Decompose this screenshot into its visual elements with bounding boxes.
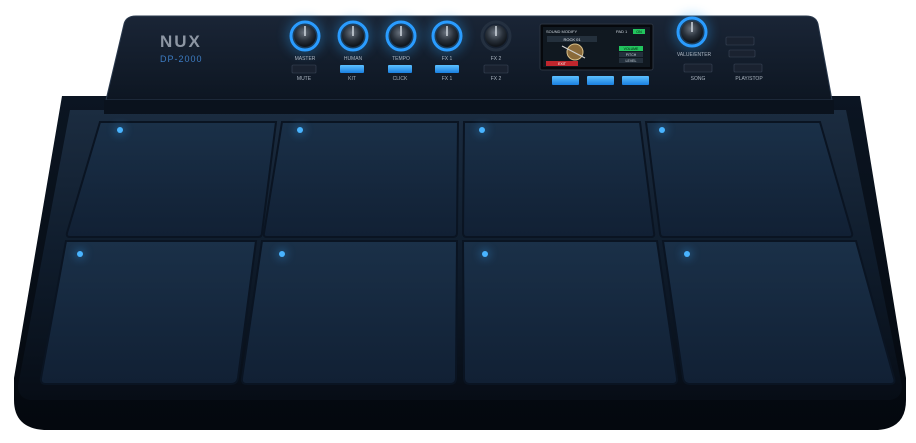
model-name: DP-2000	[160, 54, 203, 64]
pad-led-2	[297, 127, 303, 133]
fx1-button[interactable]	[435, 65, 459, 73]
drum-pad-device: NUX DP-2000 MASTER HUMAN TEMPO FX 1 FX 2…	[14, 15, 906, 430]
pad-5[interactable]	[39, 240, 258, 385]
mute-button[interactable]	[291, 64, 317, 74]
song-button[interactable]	[683, 63, 713, 73]
pad-3[interactable]	[461, 121, 656, 238]
button-label-fx1: FX 1	[442, 76, 453, 82]
screen-header-left: SOUND MODIFY	[546, 29, 577, 34]
brand-logo: NUX	[160, 32, 202, 51]
button-label-click: CLICK	[393, 76, 408, 82]
play-stop-label: PLAY/STOP	[735, 76, 763, 82]
pad-7[interactable]	[461, 240, 679, 385]
knob-label-fx1: FX 1	[442, 56, 453, 62]
right-top-button-1[interactable]	[725, 36, 755, 46]
kit-button[interactable]	[340, 65, 364, 73]
pad-led-8	[684, 251, 690, 257]
song-label: SONG	[691, 76, 706, 82]
value-enter-label: VALUE/ENTER	[677, 52, 712, 58]
pad-4[interactable]	[644, 121, 854, 238]
soft-key-2[interactable]	[587, 76, 614, 85]
screen-opt3: LEVEL	[626, 59, 637, 63]
pad-led-6	[279, 251, 285, 257]
button-label-kit: KIT	[348, 76, 356, 82]
pad-led-4	[659, 127, 665, 133]
click-button[interactable]	[388, 65, 412, 73]
screen-badge: ON	[636, 30, 642, 34]
fx2-button[interactable]	[483, 64, 509, 74]
pad-led-5	[77, 251, 83, 257]
screen-name: ROCK 01	[563, 37, 581, 42]
knob-fx1[interactable]	[431, 20, 463, 52]
play-stop-button[interactable]	[733, 63, 763, 73]
knob-label-human: HUMAN	[344, 56, 363, 62]
pad-led-1	[117, 127, 123, 133]
button-label-fx2: FX 2	[491, 76, 502, 82]
knob-label-tempo: TEMPO	[392, 56, 410, 62]
pad-led-7	[482, 251, 488, 257]
screen-opt1: VOLUME	[624, 47, 639, 51]
button-label-mute: MUTE	[297, 76, 312, 82]
pad-6[interactable]	[240, 240, 459, 385]
pad-2[interactable]	[262, 121, 460, 238]
screen-exit: EXIT	[558, 62, 567, 66]
pad-8[interactable]	[661, 240, 896, 385]
knob-label-master: MASTER	[295, 56, 316, 62]
value-enter-knob[interactable]	[676, 16, 708, 48]
panel-front-edge	[104, 100, 834, 114]
knob-human[interactable]	[337, 20, 369, 52]
screen-opt2: PITCH	[626, 53, 637, 57]
control-panel	[105, 15, 833, 101]
soft-key-1[interactable]	[552, 76, 579, 85]
screen-header-right: PAD 1	[616, 29, 628, 34]
knob-fx2[interactable]	[480, 20, 512, 52]
pad-1[interactable]	[65, 121, 278, 238]
soft-key-3[interactable]	[622, 76, 649, 85]
lcd-screen: SOUND MODIFY PAD 1 ON ROCK 01 VOLUME PIT…	[539, 23, 654, 71]
pad-led-3	[479, 127, 485, 133]
knob-tempo[interactable]	[385, 20, 417, 52]
drum-icon	[566, 43, 584, 61]
knob-master[interactable]	[289, 20, 321, 52]
right-top-button-2[interactable]	[728, 49, 756, 58]
knob-label-fx2: FX 2	[491, 56, 502, 62]
